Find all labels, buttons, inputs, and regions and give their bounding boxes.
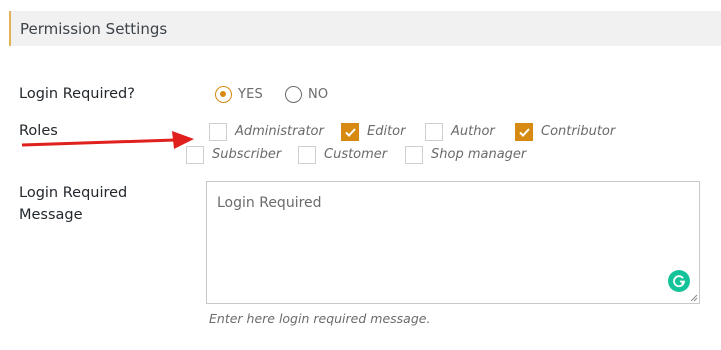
role-editor-label[interactable]: Editor — [367, 124, 405, 139]
role-customer-checkbox[interactable] — [298, 146, 316, 164]
role-subscriber-checkbox[interactable] — [186, 146, 204, 164]
role-author-checkbox[interactable] — [425, 123, 443, 141]
role-shop-manager-checkbox[interactable] — [405, 146, 423, 164]
resize-handle-icon[interactable] — [690, 294, 698, 302]
checkmark-icon — [345, 128, 356, 137]
login-required-message-textarea[interactable]: Login Required — [206, 181, 700, 304]
textarea-placeholder: Login Required — [217, 195, 322, 211]
role-contributor-label[interactable]: Contributor — [541, 124, 615, 139]
message-label-line1: Login Required — [19, 185, 128, 201]
role-customer-label[interactable]: Customer — [324, 147, 387, 162]
checkmark-icon — [519, 128, 530, 137]
role-subscriber-label[interactable]: Subscriber — [212, 147, 281, 162]
role-contributor-checkbox[interactable] — [515, 123, 533, 141]
role-shop-manager-label[interactable]: Shop manager — [431, 147, 526, 162]
message-label-line2: Message — [19, 207, 83, 223]
grammarly-icon[interactable] — [668, 270, 690, 292]
message-hint: Enter here login required message. — [209, 311, 431, 326]
role-administrator-checkbox[interactable] — [209, 123, 227, 141]
role-editor-checkbox[interactable] — [341, 123, 359, 141]
role-administrator-label[interactable]: Administrator — [235, 124, 324, 139]
role-author-label[interactable]: Author — [451, 124, 495, 139]
